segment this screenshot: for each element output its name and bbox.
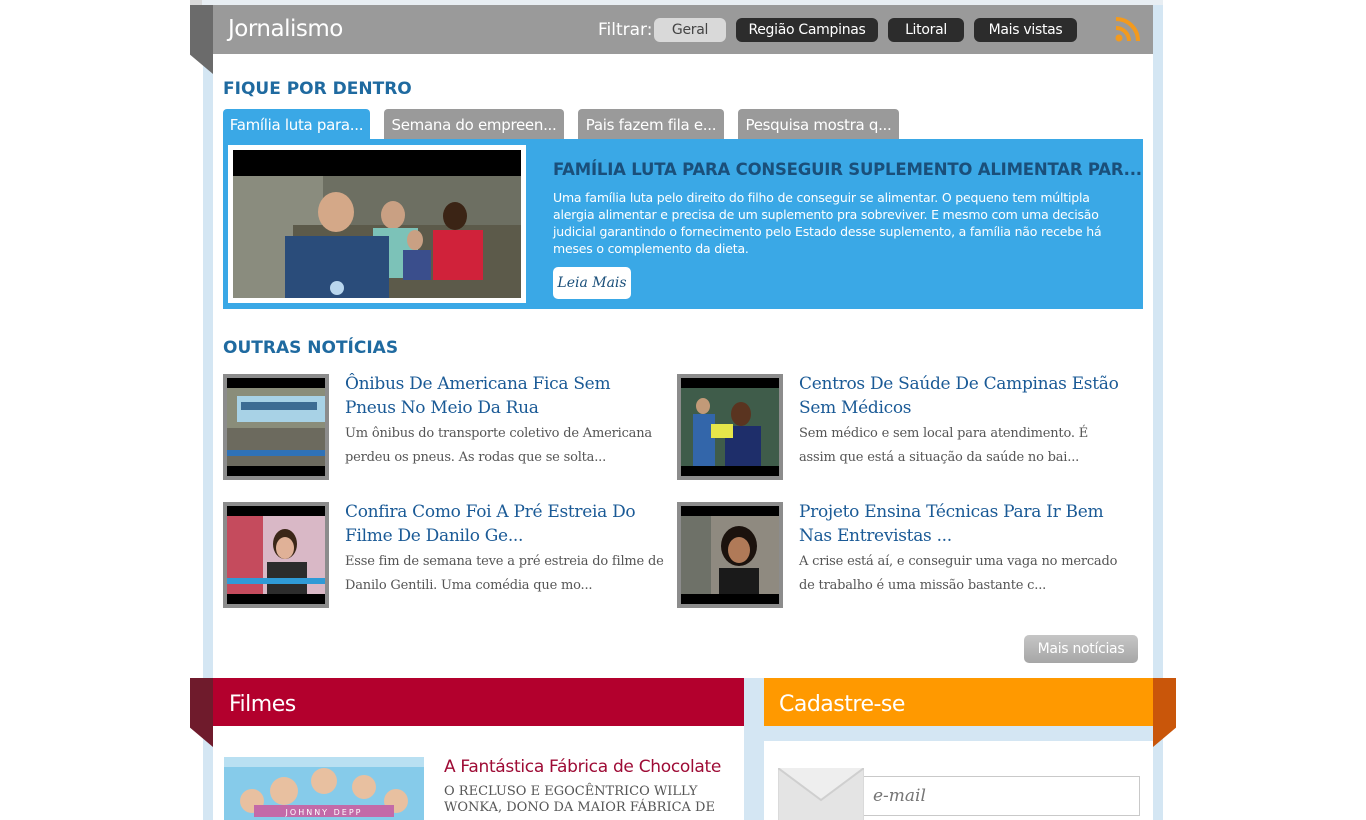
filter-litoral[interactable]: Litoral [888, 18, 964, 42]
featured-image[interactable] [233, 150, 521, 298]
news-thumbnail[interactable] [223, 374, 329, 480]
mais-noticias-button[interactable]: Mais notícias [1024, 635, 1138, 663]
tab-pesquisa-mostra[interactable]: Pesquisa mostra q... [738, 109, 899, 140]
news-thumbnail[interactable] [677, 502, 783, 608]
header-ribbon-fold [190, 5, 213, 74]
news-title[interactable]: Centros De Saúde De Campinas Estão Sem M… [799, 372, 1119, 420]
movie-poster[interactable]: JOHNNY DEPP [224, 757, 424, 820]
news-title[interactable]: Projeto Ensina Técnicas Para Ir Bem Nas … [799, 500, 1119, 548]
fique-por-dentro-title: FIQUE POR DENTRO [223, 79, 412, 99]
news-description: A crise está aí, e conseguir uma vaga no… [799, 554, 1118, 593]
news-title[interactable]: Ônibus De Americana Fica Sem Pneus No Me… [345, 372, 665, 420]
rss-icon[interactable] [1114, 15, 1142, 43]
news-description: Esse fim de semana teve a pré estreia do… [345, 554, 664, 593]
poster-text: JOHNNY DEPP [285, 808, 363, 817]
movie-title[interactable]: A Fantástica Fábrica de Chocolate [444, 757, 721, 777]
outras-noticias-title: OUTRAS NOTÍCIAS [223, 338, 399, 358]
news-description: Um ônibus do transporte coletivo de Amer… [345, 426, 652, 465]
featured-description: Uma família luta pelo direito do filho d… [553, 190, 1102, 256]
news-title[interactable]: Confira Como Foi A Pré Estreia Do Filme … [345, 500, 665, 548]
filter-label: Filtrar: [598, 20, 653, 40]
filmes-title: Filmes [229, 692, 296, 717]
envelope-icon [778, 768, 864, 820]
leia-mais-button[interactable]: Leia Mais [553, 267, 631, 299]
news-thumbnail[interactable] [677, 374, 783, 480]
tab-semana-empreen[interactable]: Semana do empreen... [384, 109, 564, 140]
page-title: Jornalismo [228, 16, 343, 42]
filmes-ribbon-fold [190, 678, 213, 747]
tab-familia-luta[interactable]: Família luta para... [223, 109, 370, 140]
email-field[interactable] [862, 776, 1140, 816]
filter-mais-vistas[interactable]: Mais vistas [974, 18, 1077, 42]
filter-regiao-campinas[interactable]: Região Campinas [736, 18, 878, 42]
movie-description: O recluso e egocêntrico Willy Wonka, don… [444, 784, 715, 815]
news-description: Sem médico e sem local para atendimento.… [799, 426, 1089, 465]
tab-pais-fazem-fila[interactable]: Pais fazem fila e... [578, 109, 724, 140]
featured-title[interactable]: FAMÍLIA LUTA PARA CONSEGUIR SUPLEMENTO A… [553, 160, 1142, 179]
news-thumbnail[interactable] [223, 502, 329, 608]
cadastro-ribbon-fold [1153, 678, 1176, 747]
cadastro-title: Cadastre-se [779, 692, 905, 717]
filter-geral[interactable]: Geral [654, 18, 726, 42]
